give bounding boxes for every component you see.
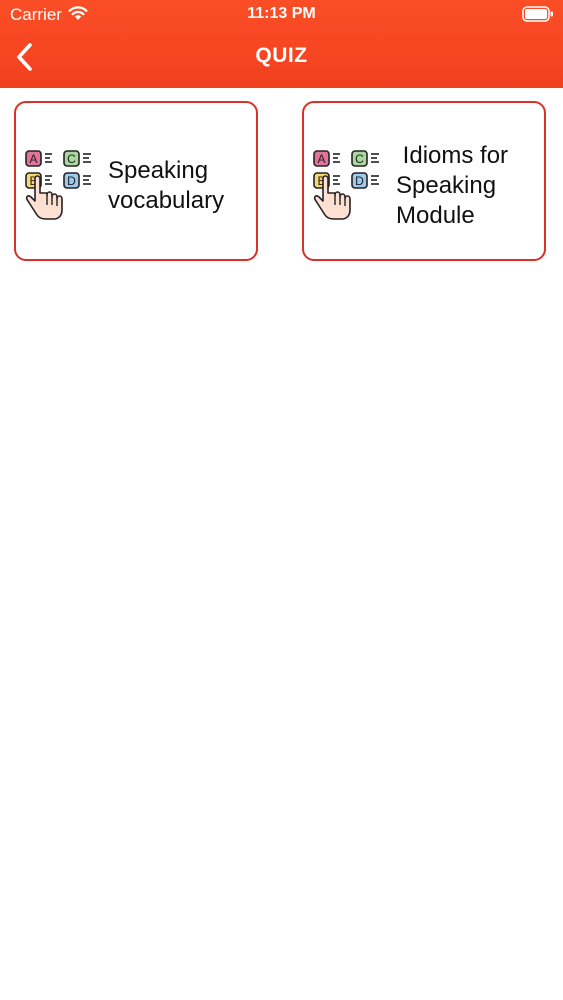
battery-icon — [522, 6, 553, 22]
svg-text:C: C — [355, 152, 364, 166]
quiz-card-idioms-for-speaking-module[interactable]: A C B D Idioms for Speaking Module — [302, 101, 546, 261]
svg-text:C: C — [67, 152, 76, 166]
quiz-card-speaking-vocabulary[interactable]: A C B D Speaking vocabulary — [14, 101, 258, 261]
svg-text:D: D — [355, 174, 364, 188]
svg-text:D: D — [67, 174, 76, 188]
card-label: Speaking vocabulary — [108, 157, 225, 214]
header-bar: Carrier 11:13 PM QUIZ — [0, 0, 563, 88]
quiz-abcd-icon: A C B D — [313, 150, 379, 220]
page-title: QUIZ — [255, 44, 308, 67]
clock-time: 11:13 PM — [247, 5, 316, 22]
card-label: Idioms for Speaking Module — [396, 142, 515, 229]
svg-text:A: A — [29, 152, 37, 166]
status-bar: Carrier 11:13 PM — [0, 0, 563, 30]
svg-text:A: A — [317, 152, 325, 166]
quiz-abcd-icon: A C B D — [25, 150, 91, 220]
